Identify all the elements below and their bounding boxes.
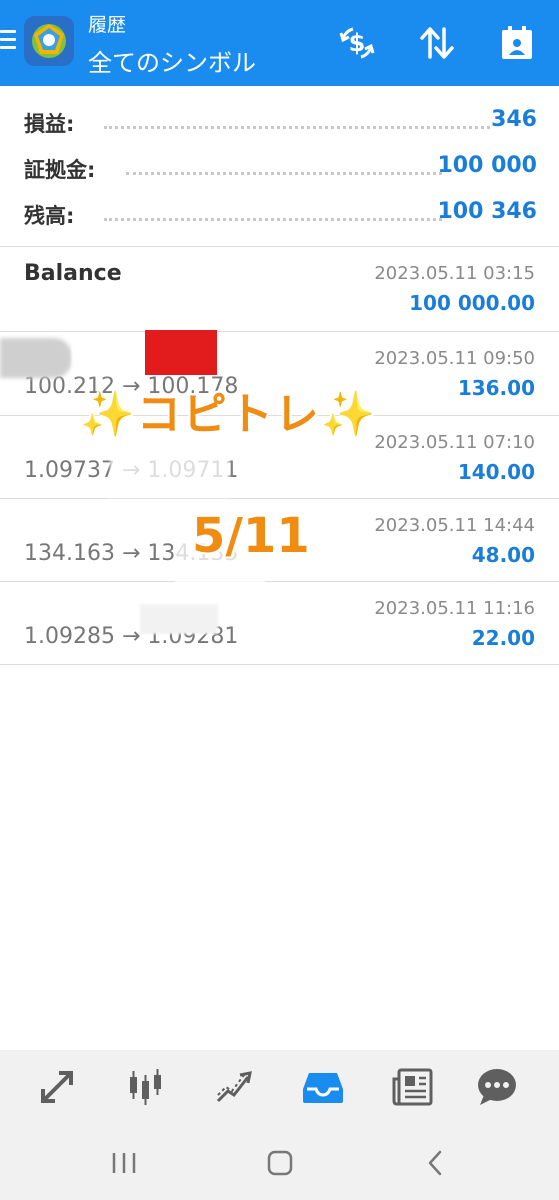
- menu-icon[interactable]: [0, 30, 18, 52]
- app-logo: [24, 16, 74, 66]
- calendar-icon[interactable]: [494, 20, 540, 66]
- bottom-tab-bar: [0, 1050, 559, 1125]
- summary-row-balance: 残高: 100 346: [0, 190, 559, 236]
- redaction-patch: [145, 330, 217, 375]
- entry-date: 2023.05.11 03:15: [374, 263, 535, 284]
- symbol-filter-label[interactable]: 全てのシンボル: [88, 43, 256, 78]
- dotted-leader: [104, 218, 442, 221]
- entry-amount: 48.00: [471, 543, 535, 567]
- trend-icon[interactable]: [211, 1064, 257, 1110]
- entry-amount: 100 000.00: [409, 291, 535, 315]
- redaction-blur: [0, 338, 72, 378]
- entry-date: 2023.05.11 11:16: [374, 598, 535, 619]
- profit-label: 損益:: [24, 112, 75, 136]
- history-inbox-icon[interactable]: [300, 1064, 346, 1110]
- list-item[interactable]: Balance 2023.05.11 03:15 100 000.00: [0, 247, 559, 331]
- dotted-leader: [104, 126, 490, 129]
- system-nav-bar: [0, 1125, 559, 1200]
- recent-apps-icon[interactable]: [94, 1143, 154, 1183]
- sort-arrows-icon[interactable]: [414, 20, 460, 66]
- page-title: 履歴: [88, 14, 127, 36]
- account-summary: 損益: 346 証拠金: 100 000 残高: 100 346: [0, 98, 559, 236]
- margin-label: 証拠金:: [24, 158, 96, 182]
- chat-icon[interactable]: [474, 1064, 520, 1110]
- divider: [0, 664, 559, 665]
- entry-date: 2023.05.11 07:10: [374, 432, 535, 453]
- entry-amount: 140.00: [457, 460, 535, 484]
- app-bar: 履歴 全てのシンボル $: [0, 0, 559, 86]
- dotted-leader: [126, 172, 442, 175]
- summary-row-margin: 証拠金: 100 000: [0, 144, 559, 190]
- list-item[interactable]: 1.09285 → 1.09281 2023.05.11 11:16 22.00: [0, 582, 559, 666]
- margin-value: 100 000: [437, 153, 537, 178]
- entry-date: 2023.05.11 09:50: [374, 348, 535, 369]
- entry-date: 2023.05.11 14:44: [374, 515, 535, 536]
- back-icon[interactable]: [406, 1143, 466, 1183]
- redaction-blur: [110, 458, 230, 498]
- entry-type: Balance: [24, 261, 122, 286]
- balance-value: 100 346: [437, 199, 537, 224]
- entry-amount: 136.00: [457, 376, 535, 400]
- trade-icon[interactable]: [34, 1064, 80, 1110]
- sticker-date: 5/11: [192, 508, 310, 564]
- summary-row-profit: 損益: 346: [0, 98, 559, 144]
- news-icon[interactable]: [390, 1064, 436, 1110]
- sticker-caption: ✨コピトレ✨: [80, 389, 378, 440]
- chart-candles-icon[interactable]: [122, 1064, 168, 1110]
- balance-label: 残高:: [24, 204, 75, 228]
- entry-amount: 22.00: [471, 626, 535, 650]
- redaction-blur: [72, 336, 146, 376]
- svg-text:$: $: [349, 29, 366, 57]
- redaction-blur: [140, 604, 218, 634]
- home-icon[interactable]: [250, 1143, 310, 1183]
- profit-value: 346: [491, 107, 537, 132]
- dollar-refresh-icon[interactable]: $: [334, 20, 380, 66]
